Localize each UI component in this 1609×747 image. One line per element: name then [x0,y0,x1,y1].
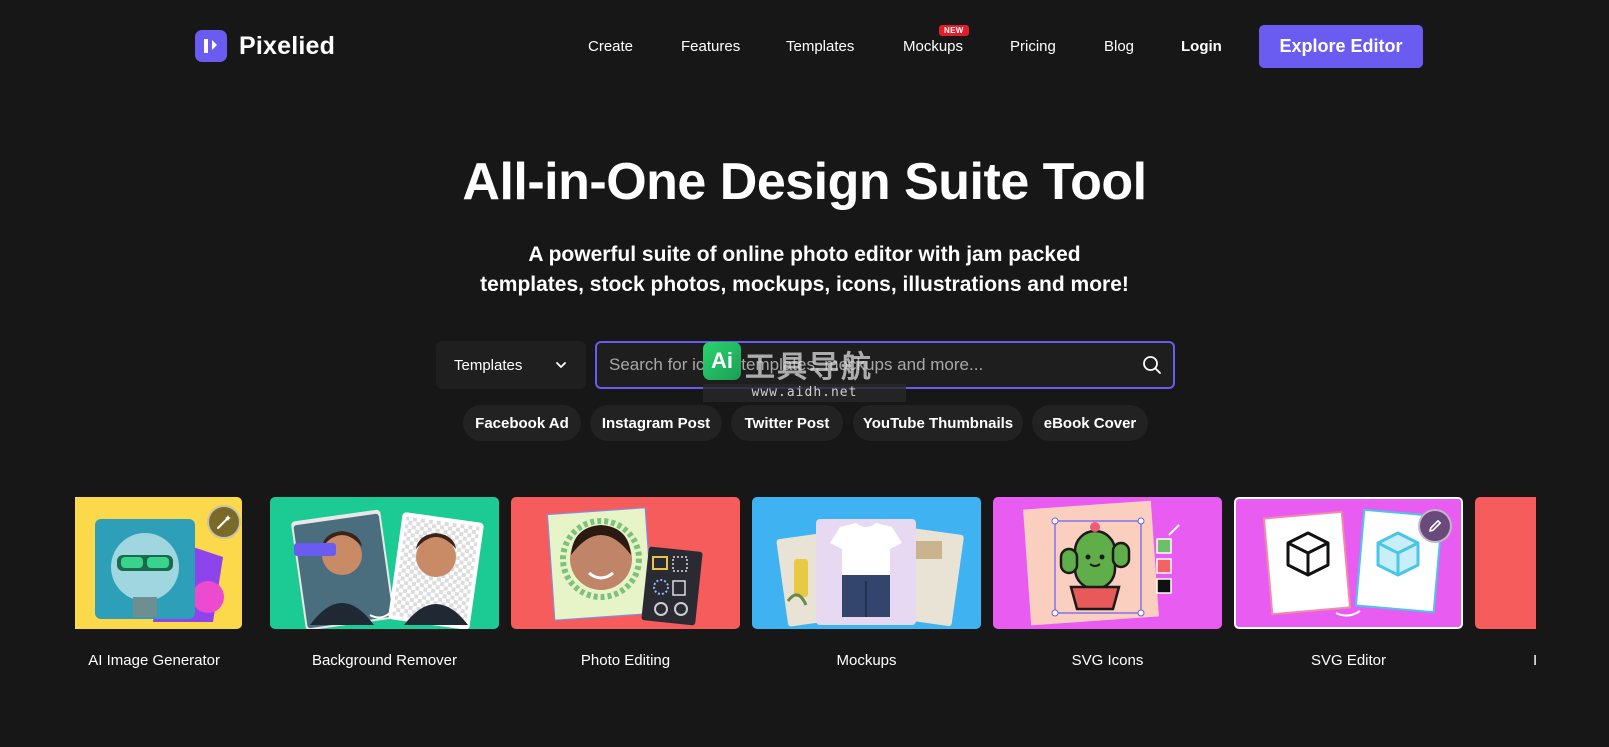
card-svg-icons-image [993,497,1222,629]
search-category-select[interactable]: Templates [436,341,586,389]
pencil-icon [1418,509,1452,543]
card-ai-image-generator-label: AI Image Generator [88,652,220,669]
card-svg-editor-image [1234,497,1463,629]
brand-name: Pixelied [239,31,336,60]
search-category-value: Templates [454,356,523,374]
site-header: Pixelied Create Features Templates Mocku… [0,0,1609,94]
card-background-remover-label: Background Remover [311,652,458,669]
nav-create[interactable]: Create [588,38,633,55]
pixelied-logo-icon [195,30,227,62]
search-input[interactable] [597,355,1141,375]
card-next-partial-label: I [1533,652,1536,669]
search-field [595,341,1175,389]
tag-instagram-post[interactable]: Instagram Post [590,405,722,441]
nav-mockups-label: Mockups [903,38,964,55]
nav-features[interactable]: Features [681,38,740,55]
card-photo-editing-label: Photo Editing [580,652,671,669]
card-next-partial[interactable]: I [1475,497,1536,669]
card-photo-editing-image [511,497,740,629]
nav-pricing[interactable]: Pricing [1010,38,1056,55]
feature-carousel: AI Image Generator Background Remover Ph… [75,497,1536,687]
card-svg-editor-label: SVG Editor [1310,652,1387,669]
nav-templates[interactable]: Templates [786,38,854,55]
card-svg-icons-label: SVG Icons [1071,652,1144,669]
card-mockups-label: Mockups [836,652,897,669]
card-next-partial-image [1475,497,1536,629]
hero-title: All-in-One Design Suite Tool [462,153,1147,211]
card-mockups[interactable]: Mockups [752,497,981,669]
hero-subtitle-line-1: A powerful suite of online photo editor … [528,243,1081,266]
card-photo-editing[interactable]: Photo Editing [511,497,740,669]
magic-wand-icon [207,505,241,539]
nav-blog[interactable]: Blog [1104,38,1134,55]
pixelied-logo[interactable]: Pixelied [195,30,335,62]
card-ai-image-generator-image [75,497,242,629]
tag-ebook-cover[interactable]: eBook Cover [1032,405,1148,441]
card-svg-editor[interactable]: SVG Editor [1234,497,1463,669]
card-svg-icons[interactable]: SVG Icons [993,497,1222,669]
card-background-remover-image [270,497,499,629]
card-mockups-image [752,497,981,629]
chevron-down-icon [556,362,566,368]
tag-facebook-ad[interactable]: Facebook Ad [463,405,581,441]
nav-login[interactable]: Login [1181,38,1222,55]
hero-subtitle: A powerful suite of online photo editor … [0,240,1609,300]
card-background-remover[interactable]: Background Remover [270,497,499,669]
tag-twitter-post[interactable]: Twitter Post [731,405,843,441]
tag-youtube-thumbnails[interactable]: YouTube Thumbnails [853,405,1023,441]
explore-editor-button[interactable]: Explore Editor [1259,25,1423,68]
hero-subtitle-line-2: templates, stock photos, mockups, icons,… [480,273,1129,296]
card-ai-image-generator[interactable]: AI Image Generator [75,497,242,669]
nav-mockups[interactable]: Mockups NEW [903,25,969,55]
search-icon[interactable] [1141,354,1163,376]
new-badge: NEW [939,25,969,36]
